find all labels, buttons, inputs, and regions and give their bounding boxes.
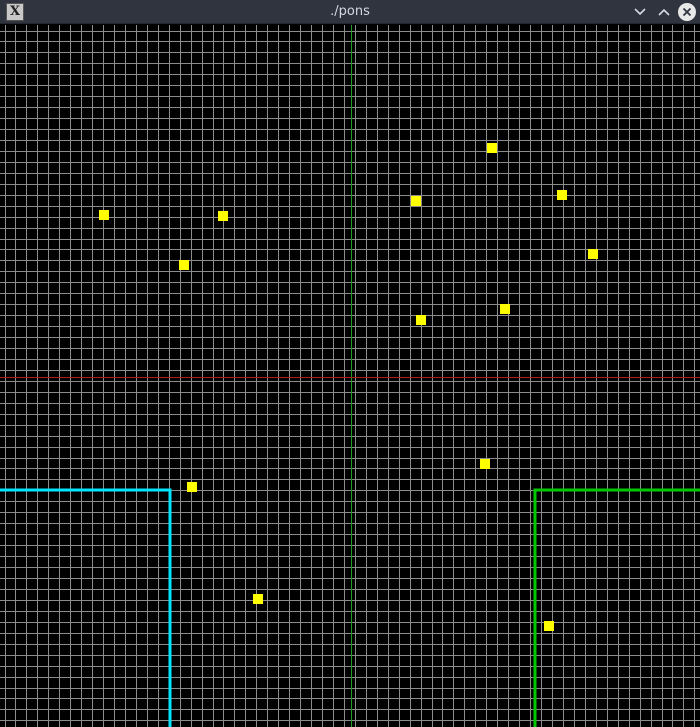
plot-canvas[interactable] — [0, 25, 700, 727]
point-marker — [416, 315, 426, 325]
close-icon — [678, 3, 696, 21]
point-marker — [588, 249, 598, 259]
point-marker — [218, 211, 228, 221]
point-marker — [557, 190, 567, 200]
plot-svg — [0, 25, 700, 727]
point-marker — [500, 304, 510, 314]
minimize-icon — [634, 8, 646, 16]
point-marker — [480, 459, 490, 469]
point-marker — [179, 260, 189, 270]
window-title: ./pons — [330, 4, 370, 19]
minimize-button[interactable] — [630, 2, 650, 22]
point-marker — [487, 143, 497, 153]
maximize-button[interactable] — [654, 2, 674, 22]
point-marker — [253, 594, 263, 604]
point-marker — [99, 210, 109, 220]
point-marker — [544, 621, 554, 631]
point-marker — [187, 482, 197, 492]
close-button[interactable] — [677, 2, 697, 22]
point-marker — [411, 196, 421, 206]
plot-background — [0, 25, 700, 727]
app-window: X ./pons — [0, 0, 700, 727]
maximize-icon — [658, 8, 670, 16]
title-bar[interactable]: X ./pons — [0, 0, 700, 24]
